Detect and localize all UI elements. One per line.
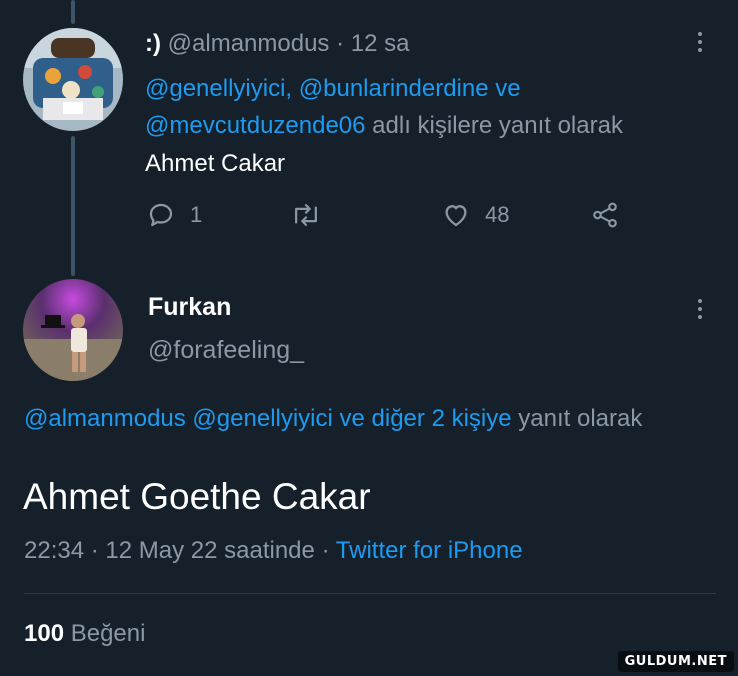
avatar-almanmodus[interactable]	[23, 28, 123, 131]
tweet-meta: 22:34 · 12 May 22 saatinde · Twitter for…	[24, 537, 523, 565]
like-button[interactable]: 48	[441, 200, 509, 230]
mention-link[interactable]: @almanmodus @genellyiyici ve diğer 2 kiş…	[24, 405, 512, 432]
retweet-icon	[290, 200, 322, 230]
tweet-source-link[interactable]: Twitter for iPhone	[336, 537, 523, 564]
meta-separator: ·	[321, 537, 330, 564]
avatar-furkan[interactable]	[23, 279, 123, 381]
author-display-name[interactable]: Furkan	[148, 293, 231, 322]
main-more-icon[interactable]	[690, 295, 710, 323]
author-handle[interactable]: @forafeeling_	[148, 336, 304, 365]
reply-button[interactable]: 1	[146, 200, 202, 230]
retweet-button[interactable]	[290, 200, 322, 230]
reply-tweet-text: Ahmet Cakar	[145, 150, 286, 177]
share-button[interactable]	[589, 200, 621, 230]
mention-link[interactable]: @bunlarinderdine	[299, 75, 489, 102]
reply-separator: ·	[336, 30, 345, 57]
main-reply-to-suffix: yanıt olarak	[518, 405, 643, 432]
heart-icon	[441, 200, 471, 230]
watermark-logo: GULDUM.NET	[617, 651, 734, 672]
reply-action-bar: 1 48	[0, 200, 738, 240]
likes-stat[interactable]: 100 Beğeni	[24, 620, 145, 648]
reply-count: 1	[190, 202, 203, 227]
likes-label: Beğeni	[70, 620, 146, 647]
reply-to-suffix: adlı kişilere yanıt olarak	[372, 112, 623, 139]
reply-to-line: @genellyiyici, @bunlarinderdine ve @mevc…	[145, 70, 705, 144]
reply-to-connector: ve	[495, 75, 521, 102]
likes-count: 100	[24, 620, 65, 647]
reply-icon	[146, 200, 176, 230]
reply-more-icon[interactable]	[690, 28, 710, 56]
tweet-date[interactable]: 12 May 22 saatinde	[105, 537, 314, 564]
reply-time[interactable]: 12 sa	[351, 30, 410, 57]
like-count: 48	[485, 202, 510, 227]
share-icon	[589, 200, 621, 230]
tweet-time[interactable]: 22:34	[24, 537, 84, 564]
main-reply-to-line: @almanmodus @genellyiyici ve diğer 2 kiş…	[24, 400, 704, 437]
main-tweet-text: Ahmet Goethe Cakar	[23, 476, 371, 517]
meta-separator: ·	[90, 537, 99, 564]
reply-header: :) @almanmodus · 12 sa	[145, 30, 409, 58]
thread-line-top	[71, 0, 75, 24]
reply-display-name[interactable]: :)	[145, 30, 161, 57]
reply-handle[interactable]: @almanmodus	[168, 30, 330, 57]
mention-link[interactable]: @genellyiyici,	[145, 75, 292, 102]
mention-link[interactable]: @mevcutduzende06	[145, 112, 366, 139]
divider	[24, 593, 716, 594]
